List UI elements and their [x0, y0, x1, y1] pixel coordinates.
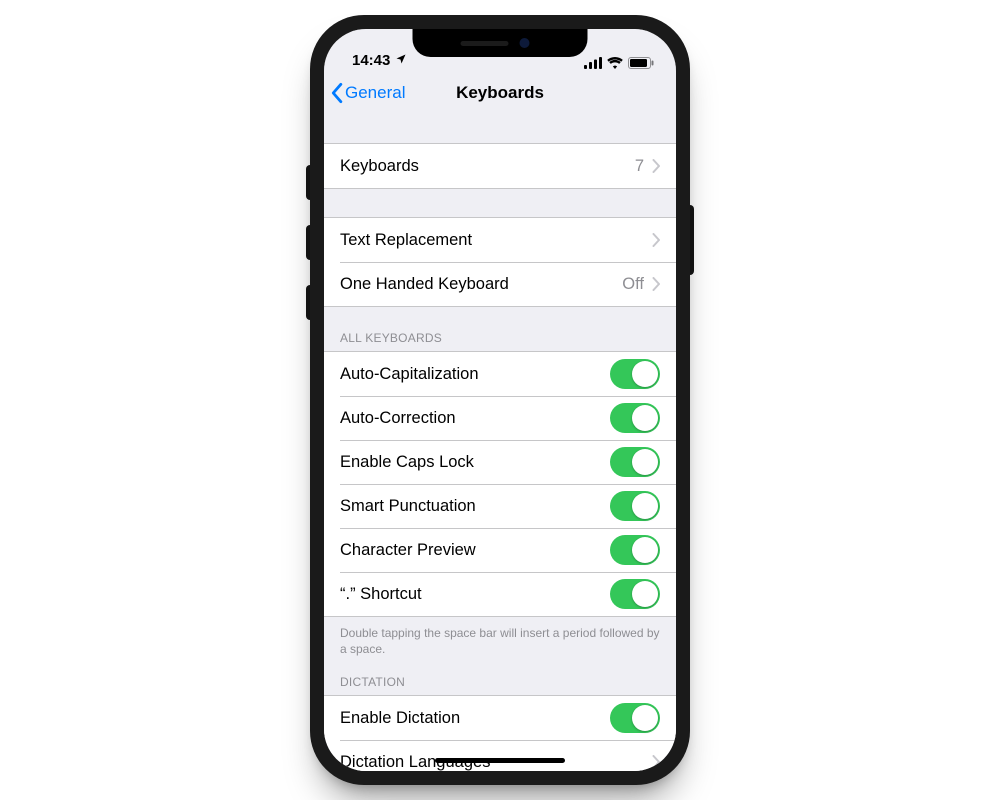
cell-keyboards[interactable]: Keyboards 7 [324, 144, 676, 188]
status-right [584, 57, 654, 69]
switch-enable-dictation[interactable] [610, 703, 660, 733]
switch-smart-punctuation[interactable] [610, 491, 660, 521]
back-button[interactable]: General [330, 71, 405, 115]
notch [413, 29, 588, 57]
page-title: Keyboards [456, 83, 544, 103]
cell-value: Off [622, 275, 644, 294]
cell-label: Auto-Capitalization [340, 365, 610, 384]
home-indicator[interactable] [435, 758, 565, 763]
group-text-handed: Text Replacement One Handed Keyboard Off [324, 217, 676, 307]
group-all-keyboards: Auto-Capitalization Auto-Correction Enab… [324, 351, 676, 617]
cell-enable-caps-lock[interactable]: Enable Caps Lock [324, 440, 676, 484]
phone-screen: 14:43 [324, 29, 676, 771]
switch-period-shortcut[interactable] [610, 579, 660, 609]
cell-label: “.” Shortcut [340, 585, 610, 604]
status-time: 14:43 [352, 52, 390, 69]
cell-auto-capitalization[interactable]: Auto-Capitalization [324, 352, 676, 396]
switch-auto-capitalization[interactable] [610, 359, 660, 389]
chevron-right-icon [652, 159, 660, 173]
footer-period-shortcut: Double tapping the space bar will insert… [324, 617, 676, 661]
chevron-left-icon [330, 82, 343, 104]
switch-enable-caps-lock[interactable] [610, 447, 660, 477]
location-arrow-icon [395, 52, 407, 69]
spacer [324, 189, 676, 217]
settings-content[interactable]: Keyboards 7 Text Replacement [324, 113, 676, 771]
status-left: 14:43 [352, 52, 407, 69]
group-keyboards: Keyboards 7 [324, 143, 676, 189]
cell-label: One Handed Keyboard [340, 275, 622, 294]
stage: 14:43 [0, 0, 1000, 800]
cell-smart-punctuation[interactable]: Smart Punctuation [324, 484, 676, 528]
cell-dictation-languages[interactable]: Dictation Languages [324, 740, 676, 771]
chevron-right-icon [652, 277, 660, 291]
cell-label: Smart Punctuation [340, 497, 610, 516]
chevron-right-icon [652, 233, 660, 247]
cell-label: Auto-Correction [340, 409, 610, 428]
cell-one-handed-keyboard[interactable]: One Handed Keyboard Off [324, 262, 676, 306]
cell-text-replacement[interactable]: Text Replacement [324, 218, 676, 262]
phone-frame: 14:43 [310, 15, 690, 785]
cell-period-shortcut[interactable]: “.” Shortcut [324, 572, 676, 616]
back-label: General [345, 83, 405, 103]
section-header-dictation: DICTATION [324, 661, 676, 695]
cell-value: 7 [635, 157, 644, 176]
wifi-icon [607, 57, 623, 69]
cellular-signal-icon [584, 57, 602, 69]
cell-auto-correction[interactable]: Auto-Correction [324, 396, 676, 440]
spacer [324, 113, 676, 143]
cell-label: Enable Caps Lock [340, 453, 610, 472]
cell-label: Enable Dictation [340, 709, 610, 728]
cell-label: Character Preview [340, 541, 610, 560]
cell-label: Text Replacement [340, 231, 652, 250]
switch-auto-correction[interactable] [610, 403, 660, 433]
cell-label: Keyboards [340, 157, 635, 176]
cell-enable-dictation[interactable]: Enable Dictation [324, 696, 676, 740]
navigation-bar: General Keyboards [324, 71, 676, 116]
battery-icon [628, 57, 654, 69]
cell-character-preview[interactable]: Character Preview [324, 528, 676, 572]
section-header-all-keyboards: ALL KEYBOARDS [324, 307, 676, 351]
chevron-right-icon [652, 755, 660, 769]
switch-character-preview[interactable] [610, 535, 660, 565]
